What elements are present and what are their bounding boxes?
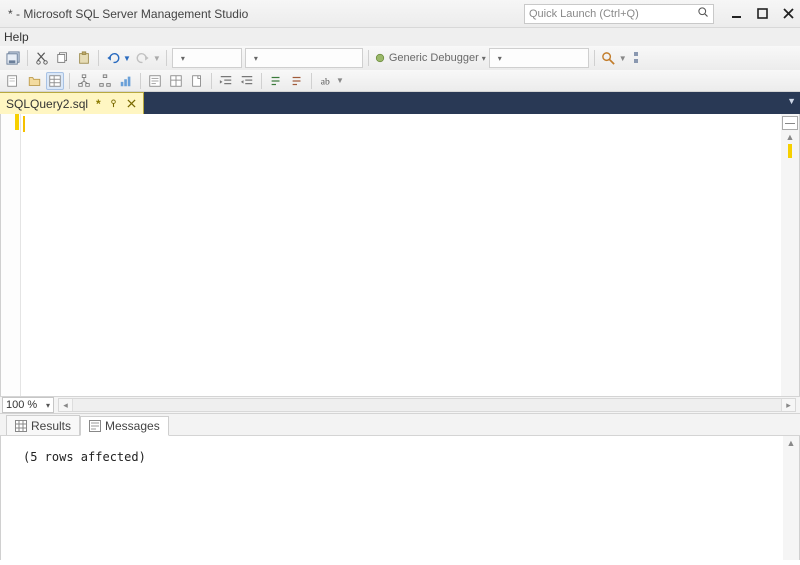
comment-icon[interactable] xyxy=(267,72,285,90)
quick-launch-placeholder[interactable]: Quick Launch (Ctrl+Q) xyxy=(529,8,697,20)
debugger-label[interactable]: Generic Debugger ▾ xyxy=(374,52,486,64)
paste-icon[interactable] xyxy=(75,49,93,67)
undo-dropdown-caret[interactable]: ▼ xyxy=(123,54,131,63)
uncomment-icon[interactable] xyxy=(288,72,306,90)
editor-split-handle[interactable] xyxy=(782,116,798,130)
horizontal-scrollbar[interactable]: ◂ ▸ xyxy=(58,398,796,412)
scroll-left-icon[interactable]: ◂ xyxy=(59,399,73,411)
outdent-icon[interactable] xyxy=(238,72,256,90)
cut-icon[interactable] xyxy=(33,49,51,67)
document-tab-name: SQLQuery2.sql xyxy=(6,97,88,111)
undo-icon[interactable] xyxy=(104,49,122,67)
change-marker xyxy=(788,144,792,158)
document-tab[interactable]: SQLQuery2.sql * xyxy=(0,92,144,114)
editor-scroll-area: ▲ xyxy=(781,114,799,396)
display-plan-icon[interactable] xyxy=(75,72,93,90)
close-button[interactable] xyxy=(780,6,796,22)
toolbar-main: ▼ ▼ ▾ ▾ Generic Debugger ▾ ▾ ▼ xyxy=(0,46,800,70)
results-grid-icon[interactable] xyxy=(46,72,64,90)
debugger-icon xyxy=(374,52,386,64)
results-to-grid-icon[interactable] xyxy=(167,72,185,90)
messages-panel: (5 rows affected) ▲ xyxy=(0,436,800,560)
messages-scrollbar[interactable]: ▲ xyxy=(783,436,799,560)
document-tab-strip: SQLQuery2.sql * ▼ xyxy=(0,92,800,114)
pin-icon[interactable] xyxy=(109,99,119,109)
redo-dropdown-caret[interactable]: ▼ xyxy=(153,54,161,63)
results-to-file-icon[interactable] xyxy=(188,72,206,90)
svg-text:ab: ab xyxy=(321,76,330,87)
toolbar-dropdown-1[interactable]: ▾ xyxy=(172,48,242,68)
find-dropdown-caret[interactable]: ▼ xyxy=(619,54,627,63)
redo-icon[interactable] xyxy=(134,49,152,67)
toggle-icon[interactable] xyxy=(630,49,648,67)
messages-scroll-up-icon[interactable]: ▲ xyxy=(787,438,796,448)
unsaved-marker: * xyxy=(96,97,101,111)
results-to-text-icon[interactable] xyxy=(146,72,164,90)
quick-launch-box[interactable]: Quick Launch (Ctrl+Q) xyxy=(524,4,714,24)
editor-area: ▲ xyxy=(0,114,800,396)
new-query-icon[interactable] xyxy=(4,72,22,90)
tab-messages[interactable]: Messages xyxy=(80,416,169,436)
messages-icon xyxy=(89,420,101,432)
zoom-combo[interactable]: 100 % ▾ xyxy=(2,397,54,413)
toolbar-secondary: ab ▼ xyxy=(0,70,800,92)
menu-help[interactable]: Help xyxy=(0,30,33,44)
search-icon[interactable] xyxy=(697,6,709,21)
specify-values-icon[interactable]: ab xyxy=(317,72,335,90)
tab-messages-label: Messages xyxy=(105,419,160,433)
find-icon[interactable] xyxy=(600,49,618,67)
include-plan-icon[interactable] xyxy=(96,72,114,90)
sql-editor[interactable] xyxy=(21,114,781,396)
result-tab-strip: Results Messages xyxy=(0,414,800,436)
grid-icon xyxy=(15,420,27,432)
open-file-icon[interactable] xyxy=(25,72,43,90)
maximize-button[interactable] xyxy=(754,6,770,22)
specify-values-caret[interactable]: ▼ xyxy=(336,76,344,85)
scroll-up-icon[interactable]: ▲ xyxy=(786,132,795,142)
minimize-button[interactable] xyxy=(728,6,744,22)
close-tab-icon[interactable] xyxy=(127,99,137,109)
zoom-value: 100 % xyxy=(6,399,37,411)
save-all-icon[interactable] xyxy=(4,49,22,67)
toolbar-dropdown-3[interactable]: ▾ xyxy=(489,48,589,68)
app-title: * - Microsoft SQL Server Management Stud… xyxy=(8,7,248,21)
titlebar: * - Microsoft SQL Server Management Stud… xyxy=(0,0,800,28)
scroll-right-icon[interactable]: ▸ xyxy=(781,399,795,411)
messages-text[interactable]: (5 rows affected) xyxy=(1,436,783,560)
indent-icon[interactable] xyxy=(217,72,235,90)
tab-results[interactable]: Results xyxy=(6,415,80,435)
tab-results-label: Results xyxy=(31,419,71,433)
editor-status-row: 100 % ▾ ◂ ▸ xyxy=(0,396,800,414)
editor-gutter xyxy=(1,114,21,396)
toolbar-dropdown-2[interactable]: ▾ xyxy=(245,48,363,68)
copy-icon[interactable] xyxy=(54,49,72,67)
menubar: Help xyxy=(0,28,800,46)
client-stats-icon[interactable] xyxy=(117,72,135,90)
tab-overflow-caret[interactable]: ▼ xyxy=(787,96,796,106)
